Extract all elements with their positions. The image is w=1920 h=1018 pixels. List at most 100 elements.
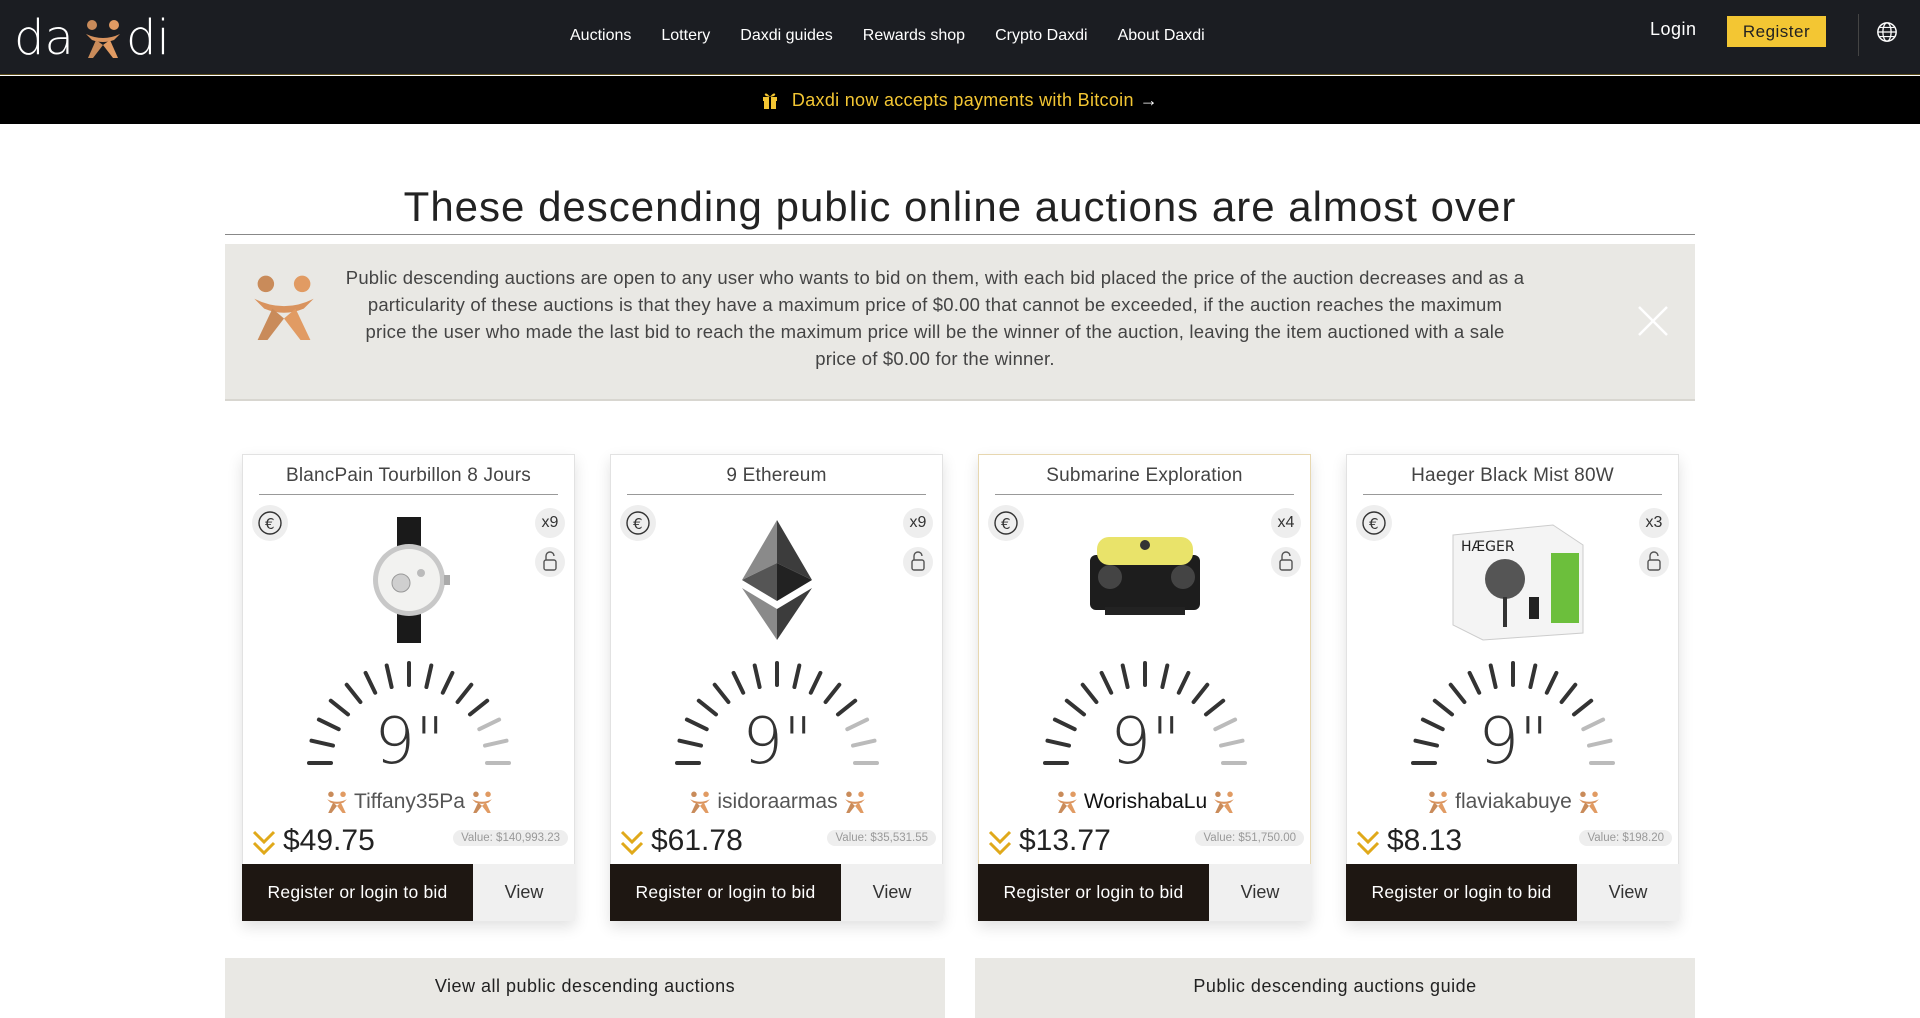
bitcoin-promo-banner[interactable]: Daxdi now accepts payments with Bitcoin … — [0, 76, 1920, 124]
dial-tick — [731, 670, 746, 695]
register-or-login-to-bid-button[interactable]: Register or login to bid — [610, 864, 841, 921]
descending-arrow-icon — [988, 830, 1012, 856]
register-button[interactable]: Register — [1727, 16, 1826, 47]
daxdi-figures-icon — [327, 791, 347, 813]
bidder-name: Tiffany35Pa — [354, 790, 465, 813]
svg-text:€: € — [633, 515, 643, 533]
view-all-auctions-button[interactable]: View all public descending auctions — [225, 958, 945, 1018]
item-value-badge: Value: $140,993.23 — [453, 830, 568, 846]
auction-title: Haeger Black Mist 80W — [1363, 465, 1662, 495]
euro-refresh-icon: € — [620, 505, 656, 541]
auctions-guide-button[interactable]: Public descending auctions guide — [975, 958, 1695, 1018]
nav-about-daxdi[interactable]: About Daxdi — [1118, 27, 1205, 45]
dial-tick — [1528, 663, 1538, 689]
current-price: $8.13 — [1387, 824, 1463, 857]
dial-tick — [1488, 663, 1498, 689]
bidder-name: isidoraarmas — [717, 790, 838, 813]
register-or-login-to-bid-button[interactable]: Register or login to bid — [978, 864, 1209, 921]
svg-text:€: € — [265, 515, 275, 533]
descending-arrow-icon — [620, 830, 644, 856]
multiplier-badge: x3 — [1639, 508, 1669, 538]
lock-open-icon — [903, 547, 933, 577]
price-row: $8.13 Value: $198.20 — [1347, 822, 1680, 862]
lock-open-icon — [535, 547, 565, 577]
dial-tick — [1120, 663, 1130, 689]
daxdi-figures-icon — [1056, 791, 1077, 813]
dial-tick — [823, 682, 842, 704]
dial-tick — [440, 670, 455, 695]
arrow-right-icon: → — [1139, 89, 1159, 110]
svg-text:da: da — [14, 14, 74, 60]
multiplier-badge: x4 — [1271, 508, 1301, 538]
header-divider — [1858, 14, 1859, 56]
multiplier-badge: x9 — [903, 508, 933, 538]
dial-tick — [1544, 670, 1559, 695]
last-bidder: WorishabaLu — [979, 788, 1312, 816]
countdown-timer: 9" — [1478, 705, 1549, 779]
last-bidder: isidoraarmas — [611, 788, 944, 816]
auction-card[interactable]: 9 Ethereum € x9 9" isidoraarmas $61.78 V… — [610, 454, 943, 921]
nav-daxdi-guides[interactable]: Daxdi guides — [740, 27, 833, 45]
item-value-badge: Value: $51,750.00 — [1195, 830, 1304, 846]
info-text: Public descending auctions are open to a… — [345, 267, 1525, 369]
dial-tick — [1559, 682, 1578, 704]
dial-tick — [808, 670, 823, 695]
current-price: $13.77 — [1019, 824, 1111, 857]
euro-refresh-icon: € — [252, 505, 288, 541]
current-price: $61.78 — [651, 824, 743, 857]
watch-image[interactable] — [329, 515, 489, 645]
dial-tick — [1448, 682, 1467, 704]
auction-card[interactable]: Submarine Exploration € x4 9" WorishabaL… — [978, 454, 1311, 921]
item-value-badge: Value: $35,531.55 — [827, 830, 936, 846]
daxdi-figures-icon — [844, 791, 865, 813]
promo-text: Daxdi now accepts payments with Bitcoin — [791, 89, 1134, 110]
view-button[interactable]: View — [841, 864, 943, 921]
dial-tick — [1080, 682, 1099, 704]
login-link[interactable]: Login — [1650, 19, 1697, 40]
ethereum-image[interactable] — [697, 515, 857, 645]
countdown-timer: 9" — [1110, 705, 1181, 779]
euro-refresh-icon: € — [1356, 505, 1392, 541]
bidder-name: flaviakabuye — [1455, 790, 1572, 813]
dial-tick — [752, 663, 762, 689]
daxdi-figures-icon — [1214, 791, 1235, 813]
nav-lottery[interactable]: Lottery — [661, 27, 710, 45]
dial-tick — [1176, 670, 1191, 695]
last-bidder: Tiffany35Pa — [243, 788, 576, 816]
descending-arrow-icon — [252, 830, 276, 856]
daxdi-figures-icon — [254, 275, 314, 340]
auction-card[interactable]: BlancPain Tourbillon 8 Jours € x9 9" Tif… — [242, 454, 575, 921]
dial-tick — [1191, 682, 1210, 704]
dial-tick — [363, 670, 378, 695]
item-value-badge: Value: $198.20 — [1579, 830, 1672, 846]
info-panel: Public descending auctions are open to a… — [225, 244, 1695, 401]
nav-auctions[interactable]: Auctions — [570, 27, 631, 45]
submarine-image[interactable] — [1065, 515, 1225, 645]
auction-title: Submarine Exploration — [995, 465, 1294, 495]
close-icon[interactable] — [1636, 304, 1670, 338]
auction-card[interactable]: Haeger Black Mist 80W € x3 HÆGER 9" flav… — [1346, 454, 1679, 921]
fan-image[interactable]: HÆGER — [1433, 515, 1593, 645]
dial-tick — [1160, 663, 1170, 689]
daxdi-figures-icon — [472, 791, 492, 813]
title-divider — [225, 234, 1695, 235]
last-bidder: flaviakabuye — [1347, 788, 1680, 816]
globe-icon[interactable] — [1876, 21, 1898, 43]
nav-crypto-daxdi[interactable]: Crypto Daxdi — [995, 27, 1087, 45]
page-title: These descending public online auctions … — [403, 183, 1517, 230]
view-button[interactable]: View — [1209, 864, 1311, 921]
daxdi-figures-icon — [1428, 791, 1449, 813]
view-button[interactable]: View — [1577, 864, 1679, 921]
dial-tick — [712, 682, 731, 704]
daxdi-logo[interactable]: da di — [14, 14, 189, 60]
gift-icon — [762, 93, 777, 109]
lock-open-icon — [1271, 547, 1301, 577]
view-button[interactable]: View — [473, 864, 575, 921]
register-or-login-to-bid-button[interactable]: Register or login to bid — [1346, 864, 1577, 921]
dial-tick — [344, 682, 363, 704]
bidder-name: WorishabaLu — [1083, 790, 1208, 813]
main-nav: Auctions Lottery Daxdi guides Rewards sh… — [570, 0, 1235, 72]
top-navigation-bar: da di Auctions Lottery Daxdi guides Rewa… — [0, 0, 1920, 75]
register-or-login-to-bid-button[interactable]: Register or login to bid — [242, 864, 473, 921]
nav-rewards-shop[interactable]: Rewards shop — [863, 27, 965, 45]
